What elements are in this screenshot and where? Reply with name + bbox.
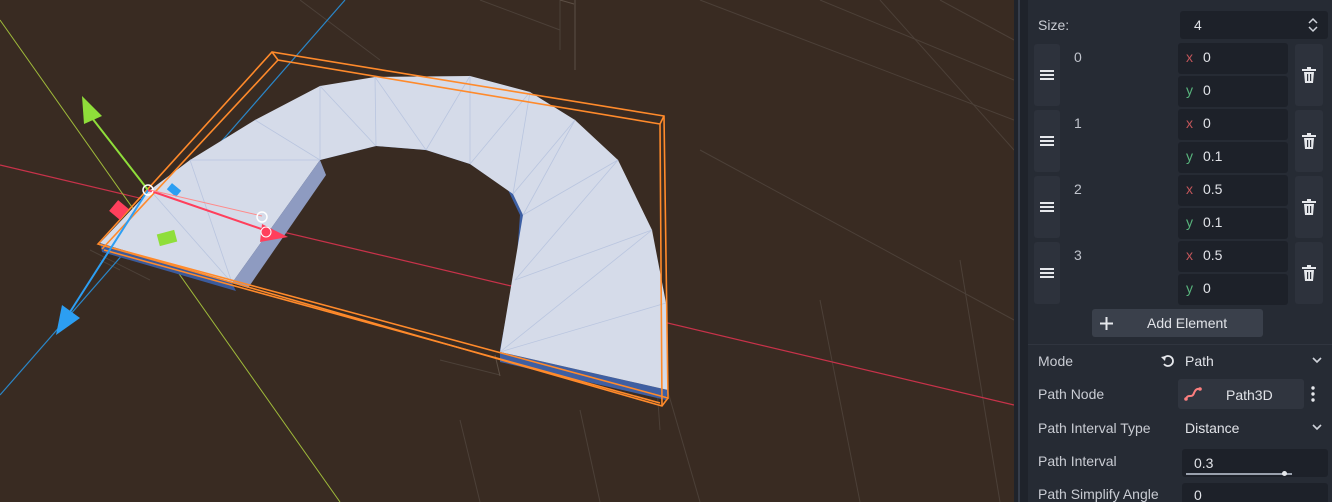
element-y-field[interactable]: y 0 (1178, 274, 1288, 305)
add-element-label: Add Element (1147, 315, 1228, 331)
path-interval-type-dropdown[interactable]: Distance (1178, 414, 1328, 442)
chevron-down-icon (1312, 357, 1322, 364)
x-axis-label: x (1186, 181, 1193, 197)
element-x-field[interactable]: x 0 (1178, 109, 1288, 140)
trash-icon (1302, 265, 1316, 281)
y-axis-label: y (1186, 82, 1193, 98)
path-simplify-angle-field[interactable]: 0 (1182, 483, 1328, 502)
mode-dropdown[interactable]: Path (1158, 347, 1328, 375)
trash-icon (1302, 67, 1316, 83)
drag-handle-icon[interactable] (1034, 176, 1060, 238)
property-mode: Mode Path (1028, 345, 1332, 377)
trash-icon (1302, 133, 1316, 149)
mode-label: Mode (1038, 353, 1074, 369)
viewport-scene[interactable] (0, 0, 1014, 502)
path-interval-value: 0.3 (1194, 455, 1214, 471)
array-element-3: 3 x 0.5 y 0 (1028, 241, 1332, 307)
delete-element-button[interactable] (1295, 242, 1323, 304)
trash-icon (1302, 199, 1316, 215)
delete-element-button[interactable] (1295, 44, 1323, 106)
revert-icon (1161, 355, 1174, 367)
element-index: 1 (1074, 115, 1082, 131)
plus-icon (1100, 317, 1113, 330)
3d-viewport[interactable] (0, 0, 1014, 502)
slider-track (1186, 473, 1292, 475)
property-path-node: Path Node Path3D (1028, 378, 1332, 410)
array-element-0: 0 x 0 y 0 (1028, 43, 1332, 109)
element-y-field[interactable]: y 0.1 (1178, 208, 1288, 239)
element-index: 2 (1074, 181, 1082, 197)
array-size-value: 4 (1194, 17, 1202, 33)
panel-divider[interactable] (1014, 0, 1028, 502)
array-size-spinbox[interactable]: 4 (1180, 11, 1328, 39)
element-x-value: 0 (1203, 115, 1211, 131)
y-axis-label: y (1186, 214, 1193, 230)
x-axis-label: x (1186, 247, 1193, 263)
element-x-value: 0 (1203, 49, 1211, 65)
path3d-icon (1184, 387, 1202, 401)
element-y-value: 0 (1203, 280, 1211, 296)
element-y-value: 0 (1203, 82, 1211, 98)
element-y-field[interactable]: y 0.1 (1178, 142, 1288, 173)
y-axis-label: y (1186, 148, 1193, 164)
array-element-1: 1 x 0 y 0.1 (1028, 109, 1332, 175)
array-element-2: 2 x 0.5 y 0.1 (1028, 175, 1332, 241)
element-y-field[interactable]: y 0 (1178, 76, 1288, 107)
delete-element-button[interactable] (1295, 176, 1323, 238)
slider-grabber[interactable] (1282, 471, 1287, 476)
element-x-field[interactable]: x 0.5 (1178, 241, 1288, 272)
mode-value: Path (1185, 353, 1214, 369)
drag-handle-icon[interactable] (1034, 242, 1060, 304)
path-interval-slider[interactable]: 0.3 (1182, 449, 1328, 477)
element-index: 0 (1074, 49, 1082, 65)
mesh-top-surface (100, 76, 668, 390)
path-node-picker[interactable]: Path3D (1178, 379, 1304, 409)
add-element-button[interactable]: Add Element (1092, 309, 1263, 337)
inspector-panel: Size: 4 0 x 0 y 0 1 x 0 y 0.1 2 x 0.5 y … (1028, 0, 1332, 502)
path-node-label: Path Node (1038, 386, 1105, 402)
x-axis-label: x (1186, 49, 1193, 65)
path-simplify-angle-label: Path Simplify Angle (1038, 486, 1159, 502)
element-index: 3 (1074, 247, 1082, 263)
x-axis-label: x (1186, 115, 1193, 131)
element-y-value: 0.1 (1203, 148, 1223, 164)
drag-handle-icon[interactable] (1034, 44, 1060, 106)
property-path-simplify-angle: Path Simplify Angle 0 (1028, 479, 1332, 502)
path-interval-type-value: Distance (1185, 420, 1240, 436)
delete-element-button[interactable] (1295, 110, 1323, 172)
element-x-field[interactable]: x 0.5 (1178, 175, 1288, 206)
drag-handle-icon[interactable] (1034, 110, 1060, 172)
path-interval-label: Path Interval (1038, 453, 1117, 469)
gizmo-z-arrow (56, 305, 80, 335)
path-simplify-angle-value: 0 (1194, 487, 1202, 502)
property-path-interval-type: Path Interval Type Distance (1028, 412, 1332, 444)
spin-updown-icon (1308, 17, 1318, 33)
kebab-menu-icon[interactable] (1310, 386, 1316, 402)
path-interval-type-label: Path Interval Type (1038, 420, 1151, 436)
gizmo-y-arrow (82, 96, 102, 124)
chevron-down-icon (1312, 424, 1322, 431)
element-x-value: 0.5 (1203, 247, 1223, 263)
y-axis-label: y (1186, 280, 1193, 296)
element-y-value: 0.1 (1203, 214, 1223, 230)
array-size-label: Size: (1038, 17, 1070, 33)
property-path-interval: Path Interval 0.3 (1028, 445, 1332, 479)
element-x-field[interactable]: x 0 (1178, 43, 1288, 74)
path-node-value: Path3D (1226, 387, 1273, 403)
element-x-value: 0.5 (1203, 181, 1223, 197)
